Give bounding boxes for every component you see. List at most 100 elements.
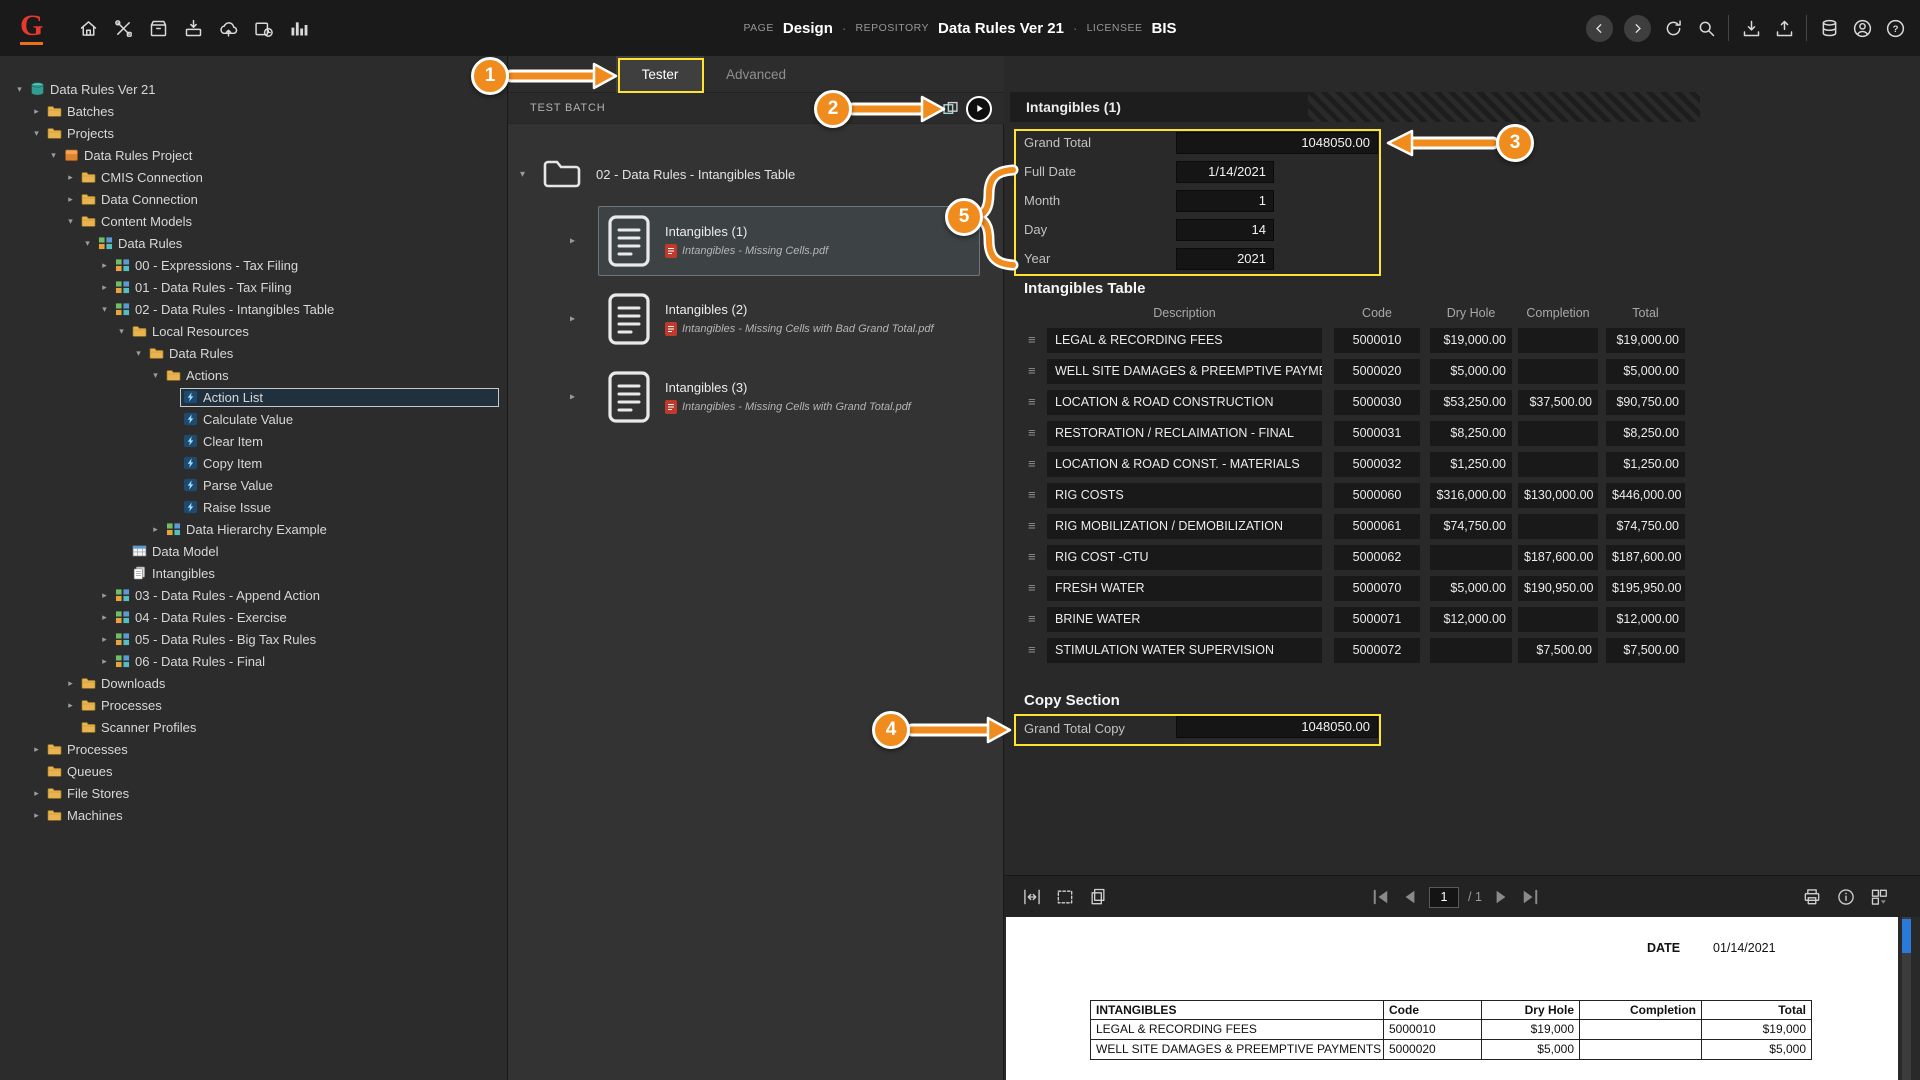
table-cell[interactable]: 5000062: [1334, 545, 1420, 570]
tree-item[interactable]: ▸ 06 - Data Rules - Final: [0, 650, 507, 672]
tree-item[interactable]: Queues: [0, 760, 507, 782]
run-test-button[interactable]: [966, 95, 992, 122]
expand-icon[interactable]: ▸: [29, 788, 44, 799]
tree-item[interactable]: Data Model: [0, 540, 507, 562]
table-cell[interactable]: $187,600.00: [1606, 545, 1685, 570]
expand-icon[interactable]: ▸: [29, 810, 44, 821]
expand-icon[interactable]: ▸: [63, 172, 78, 183]
tab-partial[interactable]: Data R: [524, 56, 566, 93]
expand-icon[interactable]: ▸: [63, 194, 78, 205]
tree-item[interactable]: ▸ 03 - Data Rules - Append Action: [0, 584, 507, 606]
tree-item[interactable]: ▸ 05 - Data Rules - Big Tax Rules: [0, 628, 507, 650]
table-cell[interactable]: [1518, 452, 1598, 477]
table-cell[interactable]: [1518, 421, 1598, 446]
expand-icon[interactable]: ▸: [29, 106, 44, 117]
compare-icon[interactable]: [943, 101, 958, 116]
back-button[interactable]: [1586, 14, 1613, 42]
repository-value[interactable]: Data Rules Ver 21: [938, 20, 1064, 37]
table-cell[interactable]: 5000010: [1334, 328, 1420, 353]
field-value-input[interactable]: 14: [1176, 219, 1274, 241]
field-value-input[interactable]: 2021: [1176, 248, 1274, 270]
expand-icon[interactable]: ▸: [570, 392, 575, 403]
table-cell[interactable]: $53,250.00: [1430, 390, 1512, 415]
field-value-input[interactable]: 1/14/2021: [1176, 161, 1274, 183]
collapse-icon[interactable]: ▾: [520, 169, 534, 180]
table-cell[interactable]: $19,000.00: [1606, 328, 1685, 353]
table-cell[interactable]: $8,250.00: [1606, 421, 1685, 446]
drag-handle-icon[interactable]: ≡: [1028, 328, 1036, 353]
batch-folder-row[interactable]: ▾ 02 - Data Rules - Intangibles Table: [520, 152, 795, 196]
tab-tester[interactable]: Tester: [616, 56, 704, 93]
collapse-icon[interactable]: ▾: [114, 326, 129, 337]
expand-icon[interactable]: ▸: [97, 656, 112, 667]
last-page-button[interactable]: [1520, 887, 1540, 907]
cloud-upload-icon[interactable]: [217, 17, 239, 39]
drag-handle-icon[interactable]: ≡: [1028, 545, 1036, 570]
table-cell[interactable]: [1518, 514, 1598, 539]
table-cell[interactable]: $195,950.00: [1606, 576, 1685, 601]
drag-handle-icon[interactable]: ≡: [1028, 359, 1036, 384]
table-cell[interactable]: $7,500.00: [1518, 638, 1598, 663]
table-cell[interactable]: $12,000.00: [1606, 607, 1685, 632]
drag-handle-icon[interactable]: ≡: [1028, 421, 1036, 446]
table-cell[interactable]: $187,600.00: [1518, 545, 1598, 570]
table-cell[interactable]: [1518, 328, 1598, 353]
expand-icon[interactable]: ▸: [148, 524, 163, 535]
tree-item[interactable]: ▾ Projects: [0, 122, 507, 144]
next-page-button[interactable]: [1491, 887, 1511, 907]
tree-item[interactable]: ▸ Machines: [0, 804, 507, 826]
table-cell[interactable]: WELL SITE DAMAGES & PREEMPTIVE PAYMENTS: [1047, 359, 1322, 384]
drag-handle-icon[interactable]: ≡: [1028, 607, 1036, 632]
table-cell[interactable]: $1,250.00: [1430, 452, 1512, 477]
tab-advanced[interactable]: Advanced: [714, 56, 798, 93]
field-value-input[interactable]: 1: [1176, 190, 1274, 212]
table-cell[interactable]: 5000072: [1334, 638, 1420, 663]
download-icon[interactable]: [1740, 17, 1762, 39]
table-cell[interactable]: $1,250.00: [1606, 452, 1685, 477]
info-icon[interactable]: [1836, 887, 1856, 907]
table-cell[interactable]: $190,950.00: [1518, 576, 1598, 601]
table-cell[interactable]: 5000061: [1334, 514, 1420, 539]
tree-item[interactable]: ▾ Content Models: [0, 210, 507, 232]
table-cell[interactable]: $5,000.00: [1430, 359, 1512, 384]
tree-item[interactable]: ▸ 01 - Data Rules - Tax Filing: [0, 276, 507, 298]
table-cell[interactable]: 5000071: [1334, 607, 1420, 632]
drag-handle-icon[interactable]: ≡: [1028, 390, 1036, 415]
table-cell[interactable]: $90,750.00: [1606, 390, 1685, 415]
table-cell[interactable]: $37,500.00: [1518, 390, 1598, 415]
tree-item[interactable]: ▸ Data Hierarchy Example: [0, 518, 507, 540]
table-cell[interactable]: $12,000.00: [1430, 607, 1512, 632]
expand-icon[interactable]: ▸: [570, 314, 575, 325]
drag-handle-icon[interactable]: ≡: [1028, 452, 1036, 477]
tree-item[interactable]: ▾ Local Resources: [0, 320, 507, 342]
scrollbar-thumb[interactable]: [1902, 919, 1911, 953]
tree-item[interactable]: Clear Item: [0, 430, 507, 452]
tree-item[interactable]: ▾ Data Rules Ver 21: [0, 78, 507, 100]
batch-document-row[interactable]: ▸ Intangibles (1) Intangibles - Missing Ce…: [564, 206, 980, 276]
table-cell[interactable]: FRESH WATER: [1047, 576, 1322, 601]
tree-item[interactable]: Copy Item: [0, 452, 507, 474]
collapse-icon[interactable]: ▾: [97, 304, 112, 315]
page-number-input[interactable]: 1: [1429, 886, 1459, 908]
viewer-scrollbar[interactable]: [1902, 917, 1911, 1080]
collapse-icon[interactable]: ▾: [29, 128, 44, 139]
table-cell[interactable]: 5000030: [1334, 390, 1420, 415]
table-cell[interactable]: [1518, 359, 1598, 384]
user-icon[interactable]: [1851, 17, 1873, 39]
table-cell[interactable]: 5000031: [1334, 421, 1420, 446]
table-cell[interactable]: RESTORATION / RECLAIMATION - FINAL: [1047, 421, 1322, 446]
tree-item[interactable]: ▸ Downloads: [0, 672, 507, 694]
drag-handle-icon[interactable]: ≡: [1028, 483, 1036, 508]
drag-handle-icon[interactable]: ≡: [1028, 576, 1036, 601]
upload-icon[interactable]: [1773, 17, 1795, 39]
expand-icon[interactable]: ▸: [97, 282, 112, 293]
tree-item[interactable]: ▸ Batches: [0, 100, 507, 122]
table-cell[interactable]: $5,000.00: [1606, 359, 1685, 384]
tree-item[interactable]: ▸ 00 - Expressions - Tax Filing: [0, 254, 507, 276]
table-cell[interactable]: $130,000.00: [1518, 483, 1598, 508]
table-cell[interactable]: RIG MOBILIZATION / DEMOBILIZATION: [1047, 514, 1322, 539]
tree-item[interactable]: ▸ File Stores: [0, 782, 507, 804]
expand-icon[interactable]: ▸: [97, 612, 112, 623]
forward-button[interactable]: [1624, 14, 1651, 42]
database-icon[interactable]: [1818, 17, 1840, 39]
